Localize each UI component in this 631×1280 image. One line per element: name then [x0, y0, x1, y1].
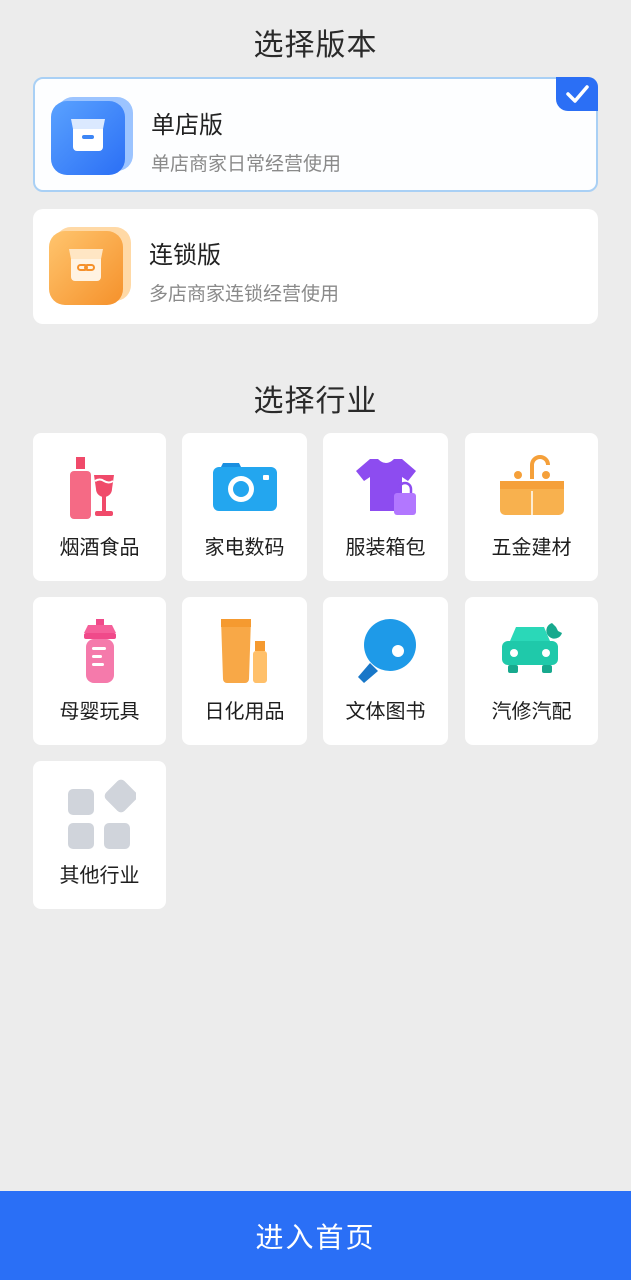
industry-tile-auto-repair[interactable]: 汽修汽配	[465, 597, 598, 745]
tshirt-bag-icon	[355, 459, 416, 515]
industry-label: 汽修汽配	[491, 699, 572, 723]
industry-tile-apparel[interactable]: 服装箱包	[323, 433, 448, 581]
version-name: 单店版	[151, 111, 223, 139]
industry-label: 母婴玩具	[59, 699, 140, 723]
industry-label: 五金建材	[491, 535, 572, 559]
version-card-chain[interactable]: 连锁版 多店商家连锁经营使用	[33, 209, 598, 324]
version-card-single[interactable]: 单店版 单店商家日常经营使用	[33, 77, 598, 192]
baby-bottle-icon	[83, 619, 116, 683]
industry-tile-other[interactable]: 其他行业	[33, 761, 166, 909]
version-name: 连锁版	[149, 241, 221, 269]
industry-label: 其他行业	[59, 863, 140, 887]
enter-home-button[interactable]: 进入首页	[0, 1191, 631, 1280]
industry-tile-hardware[interactable]: 五金建材	[465, 433, 598, 581]
version-desc: 单店商家日常经营使用	[151, 153, 342, 175]
industry-label: 文体图书	[345, 699, 426, 723]
industry-label: 家电数码	[204, 535, 285, 559]
version-section-title: 选择版本	[253, 28, 378, 63]
chain-store-icon	[49, 227, 131, 305]
industry-label: 服装箱包	[345, 535, 426, 559]
version-desc: 多店商家连锁经营使用	[149, 283, 340, 305]
cosmetics-tube-icon	[220, 619, 267, 683]
wine-bottle-icon	[69, 457, 114, 519]
industry-label: 烟酒食品	[59, 535, 140, 559]
industry-tile-sports-books[interactable]: 文体图书	[323, 597, 448, 745]
camera-icon	[212, 463, 277, 511]
car-wrench-icon	[501, 623, 562, 673]
faucet-sink-icon	[499, 455, 564, 515]
industry-label: 日化用品	[204, 699, 285, 723]
storefront-icon	[51, 97, 133, 175]
industry-tile-baby-toys[interactable]: 母婴玩具	[33, 597, 166, 745]
ping-pong-icon	[357, 619, 416, 683]
industry-tile-tobacco-food[interactable]: 烟酒食品	[33, 433, 166, 581]
selected-check-icon	[556, 77, 598, 111]
industry-tile-electronics[interactable]: 家电数码	[182, 433, 307, 581]
industry-section-title: 选择行业	[253, 384, 378, 419]
grid-apps-icon	[67, 779, 136, 849]
industry-tile-daily-chemicals[interactable]: 日化用品	[182, 597, 307, 745]
